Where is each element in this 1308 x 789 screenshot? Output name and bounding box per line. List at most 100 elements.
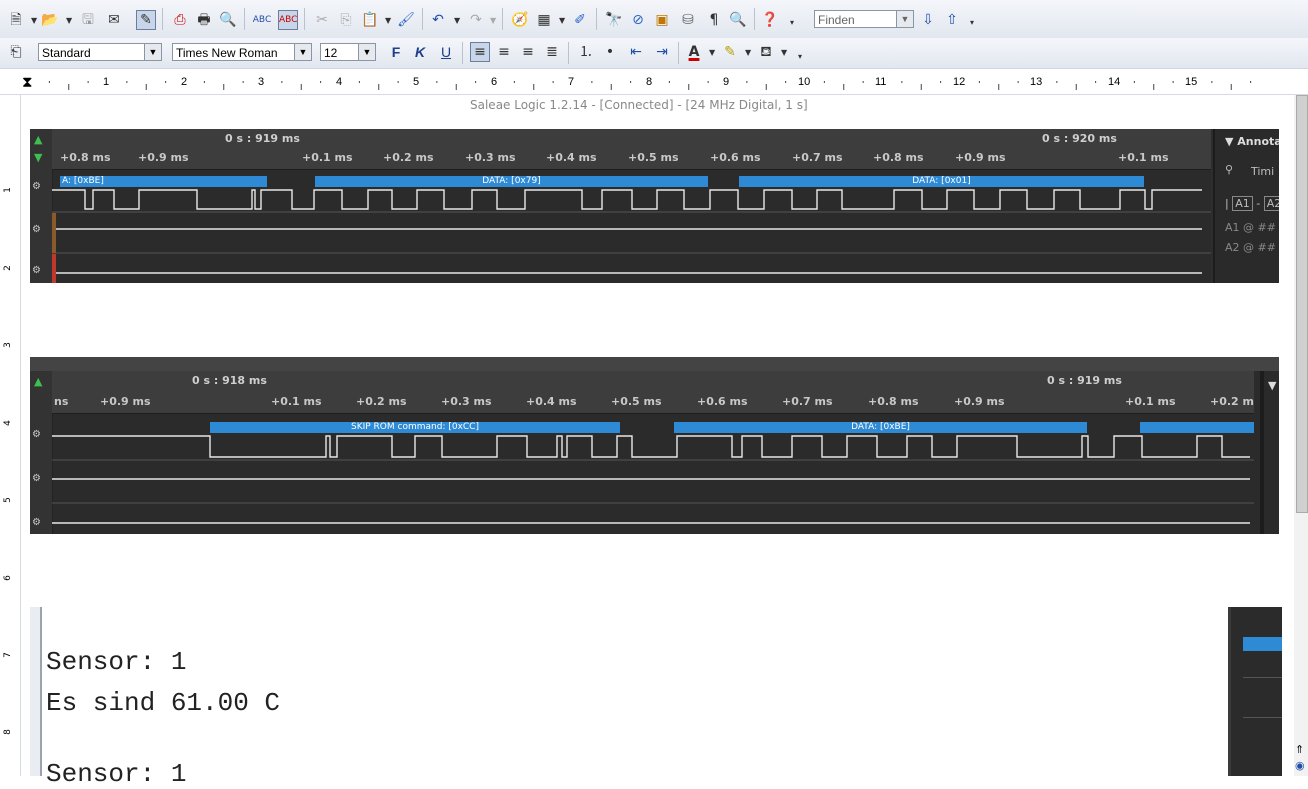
toolbar-overflow-icon[interactable]: ▾ [790, 18, 794, 27]
time-ruler[interactable]: +0.8 ms +0.9 ms +0.1 ms +0.2 ms +0.3 ms … [52, 147, 1211, 170]
waveform-area[interactable]: ▲ ▼ ⚙ ⚙ ⚙ 0 s : 919 ms 0 s : 920 ms +0.8… [30, 129, 1211, 283]
numbered-list-icon[interactable]: ⒈ [576, 42, 596, 62]
chevron-down-icon[interactable]: ▼ [781, 48, 787, 57]
open-icon[interactable]: 📂 [40, 10, 60, 30]
bullet-list-icon[interactable]: • [600, 42, 620, 62]
chevron-down-icon[interactable]: ▼ [66, 16, 72, 25]
edit-mode-icon[interactable]: ✎ [136, 10, 156, 30]
channel-waveforms[interactable] [52, 187, 1211, 283]
spellcheck-icon[interactable]: ABC [252, 10, 272, 30]
gallery-icon[interactable]: ⊘ [628, 10, 648, 30]
background-color-icon[interactable]: ⛾ [756, 42, 776, 62]
increase-indent-icon[interactable]: ⇥ [652, 42, 672, 62]
help-icon[interactable]: ❓ [760, 10, 780, 30]
undo-icon[interactable]: ↶ [428, 10, 448, 30]
chevron-down-icon[interactable]: ▼ [490, 16, 496, 25]
decode-bubble[interactable]: DATA: [0x01] [739, 176, 1144, 187]
font-color-icon[interactable]: A [684, 42, 704, 62]
timing-label[interactable]: Timi [1251, 165, 1274, 178]
datasource-icon[interactable]: ⛁ [678, 10, 698, 30]
decode-bubble[interactable]: DATA: [0xBE] [674, 422, 1087, 433]
find-up-icon[interactable]: ⇧ [942, 10, 962, 30]
channel-settings-icon[interactable]: ⚙ [32, 224, 41, 235]
chevron-down-icon[interactable]: ▼ [144, 44, 161, 60]
chevron-down-icon[interactable]: ▼ [358, 44, 375, 60]
pin-icon[interactable]: ⚲ [1225, 163, 1233, 176]
vertical-scrollbar[interactable]: ⇑ ◉ [1294, 95, 1308, 776]
horizontal-ruler[interactable]: ⧗ 1 2 3 4 5 6 7 8 9 10 11 12 13 14 15 [0, 70, 1308, 95]
decode-bubble[interactable]: SKIP ROM command: [0xCC] [210, 422, 620, 433]
align-left-icon[interactable]: ≡ [470, 42, 490, 62]
toolbar-overflow-icon[interactable]: ▾ [798, 52, 802, 61]
collapse-icon[interactable]: ▼ [1268, 379, 1276, 392]
navigation-icon[interactable]: ◉ [1295, 759, 1305, 772]
time-tick-label: +0.8 ms [60, 151, 111, 164]
annotations-panel: ▼ [1260, 371, 1279, 534]
decode-bubble[interactable]: A: [0xBE] [60, 176, 267, 187]
collapse-icon[interactable]: ▼ [1225, 135, 1237, 148]
chevron-down-icon[interactable]: ▼ [385, 16, 391, 25]
redo-icon[interactable]: ↷ [466, 10, 486, 30]
chevron-down-icon[interactable]: ▼ [31, 16, 37, 25]
time-ruler[interactable]: ns +0.9 ms +0.1 ms +0.2 ms +0.3 ms +0.4 … [52, 391, 1254, 414]
paragraph-style-select[interactable]: Standard ▼ [38, 43, 162, 61]
font-name-select[interactable]: Times New Roman ▼ [172, 43, 312, 61]
channel-settings-icon[interactable]: ⚙ [32, 473, 41, 484]
find-down-icon[interactable]: ⇩ [918, 10, 938, 30]
time-tick-label: +0.1 ms [1118, 151, 1169, 164]
page-preview-icon[interactable]: 🔍 [218, 10, 238, 30]
chevron-down-icon[interactable]: ▼ [454, 16, 460, 25]
waveform-area[interactable]: ▲ ⚙ ⚙ ⚙ 0 s : 918 ms 0 s : 919 ms ns +0.… [30, 371, 1254, 534]
formatting-marks-icon[interactable]: ¶ [704, 10, 724, 30]
copy-icon[interactable]: ⎘ [336, 10, 356, 30]
chevron-down-icon[interactable]: ▼ [745, 48, 751, 57]
vertical-ruler[interactable]: 1 2 3 4 5 6 7 8 [0, 95, 21, 776]
justify-icon[interactable]: ≣ [542, 42, 562, 62]
table-icon[interactable]: ▦ [534, 10, 554, 30]
ruler-number: 3 [2, 342, 13, 348]
toolbar-overflow-icon[interactable]: ▾ [970, 18, 974, 27]
chevron-down-icon[interactable]: ▼ [896, 11, 913, 27]
channel-waveforms[interactable] [52, 433, 1254, 534]
chevron-down-icon[interactable]: ▼ [709, 48, 715, 57]
export-pdf-icon[interactable]: ⎙ [170, 10, 190, 30]
decode-bubble[interactable]: DATA: [0x79] [315, 176, 708, 187]
format-brush-icon[interactable]: 🖌 [396, 10, 416, 30]
find-input[interactable]: Finden ▼ [814, 10, 914, 28]
save-icon[interactable]: 🖫 [78, 10, 98, 30]
decrease-indent-icon[interactable]: ⇤ [626, 42, 646, 62]
autospell-icon[interactable]: ABC [278, 10, 298, 30]
align-right-icon[interactable]: ≡ [518, 42, 538, 62]
print-icon[interactable]: 🖶 [194, 10, 214, 30]
underline-button[interactable]: U [436, 42, 456, 62]
a2-button[interactable]: A2 [1263, 196, 1279, 211]
a1-button[interactable]: A1 [1232, 196, 1253, 211]
find-icon[interactable]: 🔭 [604, 10, 624, 30]
align-center-icon[interactable]: ≡ [494, 42, 514, 62]
channel-settings-icon[interactable]: ⚙ [32, 429, 41, 440]
paste-icon[interactable]: 📋 [360, 10, 380, 30]
font-size-select[interactable]: 12 ▼ [320, 43, 376, 61]
channel-settings-icon[interactable]: ⚙ [32, 265, 41, 276]
channel-settings-icon[interactable]: ⚙ [32, 517, 41, 528]
styles-icon[interactable]: ⎗ [6, 42, 26, 62]
highlight-icon[interactable]: ✎ [720, 42, 740, 62]
navigator-icon[interactable]: 🧭 [510, 10, 530, 30]
send-icon[interactable]: ✉ [104, 10, 124, 30]
zoom-icon[interactable]: 🔍 [728, 10, 748, 30]
chevron-down-icon[interactable]: ▼ [559, 16, 565, 25]
scrollbar-thumb[interactable] [1296, 95, 1308, 513]
expand-up-icon[interactable]: ▲ [34, 133, 42, 146]
new-document-icon[interactable]: 🗎 [6, 10, 26, 30]
draw-icon[interactable]: ✐ [570, 10, 590, 30]
channel-settings-icon[interactable]: ⚙ [32, 181, 41, 192]
decode-bubble[interactable] [1140, 422, 1254, 433]
image-icon[interactable]: ▣ [652, 10, 672, 30]
bold-button[interactable]: F [386, 42, 406, 62]
cut-icon[interactable]: ✂ [312, 10, 332, 30]
italic-button[interactable]: K [410, 42, 430, 62]
chevron-down-icon[interactable]: ▼ [294, 44, 311, 60]
expand-down-icon[interactable]: ▼ [34, 151, 42, 164]
expand-up-icon[interactable]: ▲ [34, 375, 42, 388]
scroll-up-icon[interactable]: ⇑ [1295, 743, 1304, 756]
